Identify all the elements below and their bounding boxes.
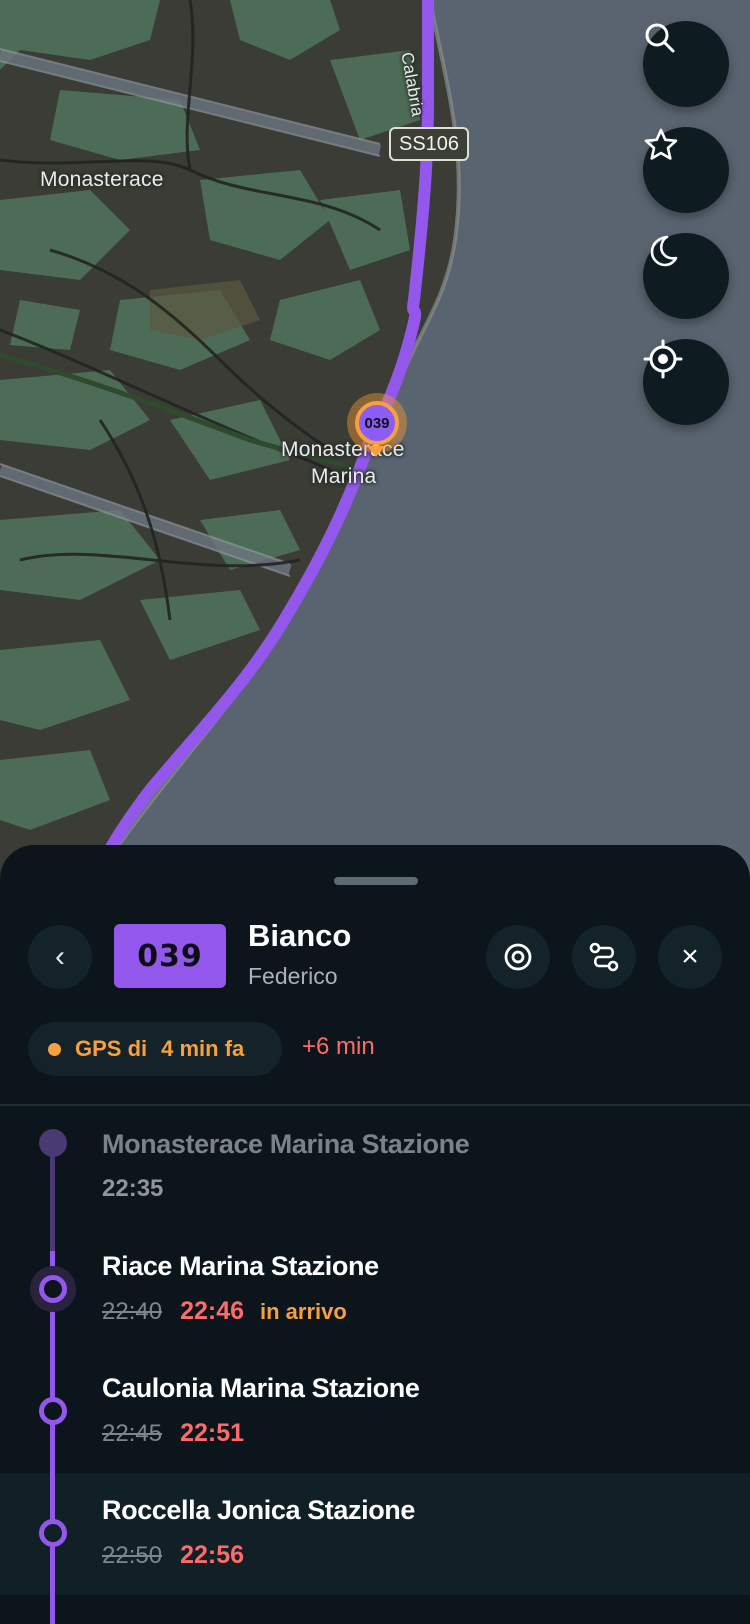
stop-name: Monasterace Marina Stazione — [102, 1129, 470, 1159]
route-number-badge: 039 — [114, 924, 226, 988]
map-view[interactable]: Monasterace Monasterace Marina SS106 Cal… — [0, 0, 750, 880]
stop-node-past — [39, 1129, 67, 1157]
stop-node-upcoming — [39, 1519, 67, 1547]
expected-time: 22:46 — [180, 1297, 245, 1325]
map-label-town: Monasterace — [40, 168, 164, 191]
stop-name: Riace Marina Stazione — [102, 1251, 379, 1281]
stop-row[interactable]: Monasterace Marina Stazione 22:35 — [0, 1107, 750, 1229]
stop-time: 22:35 — [102, 1175, 164, 1202]
night-mode-button[interactable] — [643, 233, 729, 319]
arriving-badge: in arrivo — [260, 1299, 347, 1324]
road-shield: SS106 — [389, 127, 470, 161]
stop-node-upcoming — [39, 1397, 67, 1425]
vehicle-subtitle: Federico — [248, 963, 338, 989]
search-icon — [645, 23, 675, 53]
expected-time: 22:51 — [180, 1419, 245, 1447]
gps-age: 4 min fa — [161, 1036, 245, 1061]
scheduled-time: 22:40 — [102, 1298, 163, 1325]
moon-icon — [650, 235, 678, 267]
route-icon — [589, 942, 619, 972]
stop-row[interactable]: Caulonia Marina Stazione 22:45 22:51 — [0, 1351, 750, 1473]
stop-row[interactable]: Riace Marina Stazione 22:40 22:46 in arr… — [0, 1229, 750, 1351]
divider — [0, 1104, 750, 1106]
expected-time: 22:56 — [180, 1541, 245, 1569]
locate-button[interactable] — [643, 339, 729, 425]
search-button[interactable] — [643, 21, 729, 107]
stop-name: Caulonia Marina Stazione — [102, 1373, 420, 1403]
gps-dot-icon — [48, 1042, 61, 1056]
bus-marker[interactable]: 039 — [347, 393, 407, 453]
vehicle-title: Bianco — [248, 918, 352, 953]
vehicle-detail-sheet: ‹ 039 Bianco Federico × GPS di 4 min fa … — [0, 845, 750, 1624]
bus-marker-pointer — [367, 446, 385, 457]
crosshair-icon — [643, 339, 683, 379]
close-icon: × — [681, 940, 699, 973]
stop-node-current — [39, 1275, 67, 1303]
focus-vehicle-button[interactable] — [486, 925, 550, 989]
scheduled-time: 22:50 — [102, 1542, 163, 1569]
close-button[interactable]: × — [658, 925, 722, 989]
stop-row[interactable]: Roccella Jonica Stazione 22:50 22:56 — [0, 1473, 750, 1595]
sheet-drag-handle[interactable] — [334, 877, 418, 885]
delay-indicator: +6 min — [302, 1033, 375, 1060]
map-label-marina-2: Marina — [311, 465, 377, 488]
target-icon — [504, 943, 532, 971]
star-icon — [644, 128, 678, 160]
scheduled-time: 22:45 — [102, 1420, 163, 1447]
back-button[interactable]: ‹ — [28, 925, 92, 989]
gps-status-chip: GPS di 4 min fa — [28, 1022, 282, 1076]
gps-label: GPS di — [75, 1036, 148, 1061]
bus-marker-route: 039 — [355, 401, 399, 445]
stop-name: Roccella Jonica Stazione — [102, 1495, 416, 1525]
chevron-left-icon: ‹ — [55, 940, 65, 973]
show-route-button[interactable] — [572, 925, 636, 989]
favorites-button[interactable] — [643, 127, 729, 213]
